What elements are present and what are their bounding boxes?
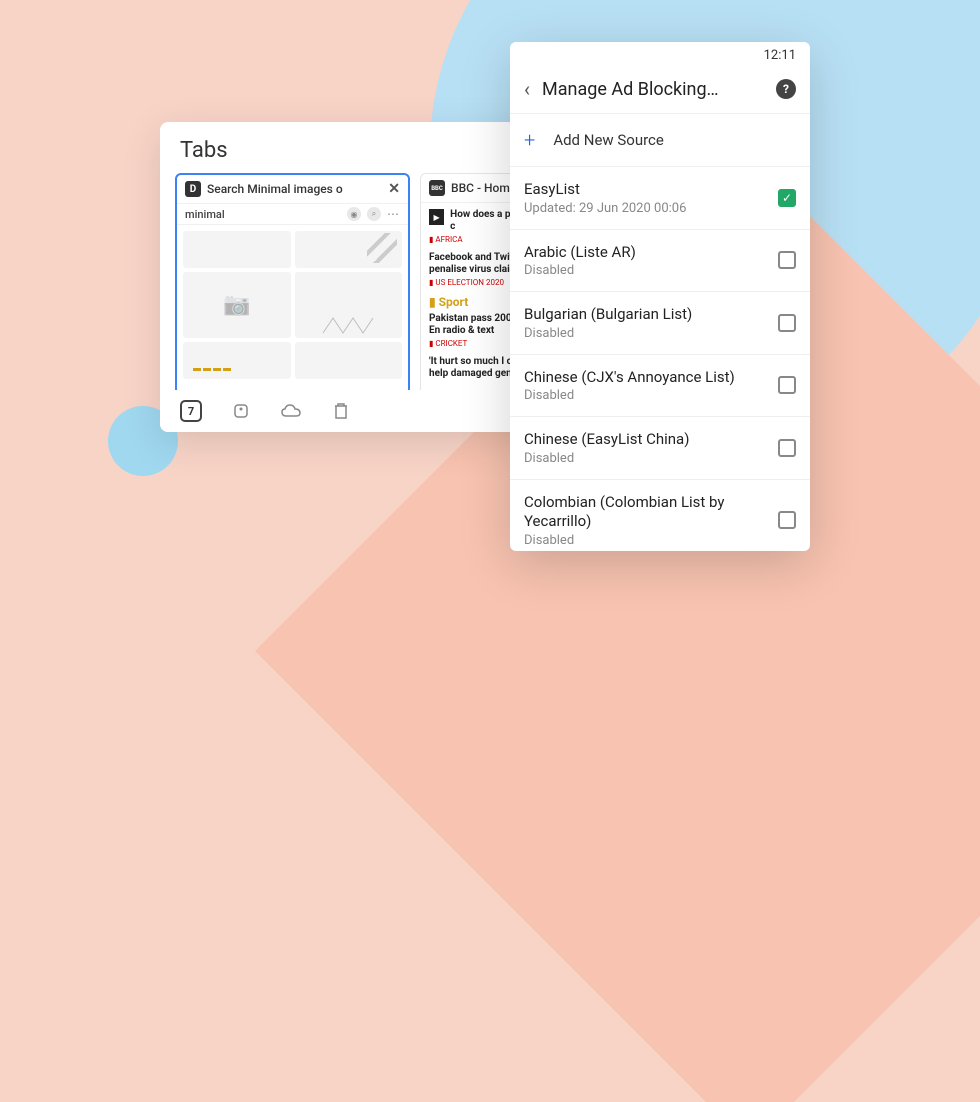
favicon-icon: BBC — [429, 180, 445, 196]
source-sub: Disabled — [524, 326, 768, 341]
source-name: EasyList — [524, 180, 768, 200]
source-sub: Disabled — [524, 533, 768, 548]
checkbox[interactable] — [778, 439, 796, 457]
source-name: Colombian (Colombian List by Yecarrillo) — [524, 493, 768, 532]
incognito-icon[interactable] — [230, 400, 252, 422]
source-item[interactable]: EasyListUpdated: 29 Jun 2020 00:06 ✓ — [510, 167, 810, 230]
help-icon[interactable]: ? — [776, 79, 796, 99]
image-grid — [177, 225, 408, 385]
source-list: EasyListUpdated: 29 Jun 2020 00:06 ✓ Arabi… — [510, 167, 810, 551]
source-item[interactable]: Arabic (Liste AR)Disabled — [510, 230, 810, 293]
source-item[interactable]: Chinese (CJX's Annoyance List)Disabled — [510, 355, 810, 418]
checkbox[interactable] — [778, 376, 796, 394]
source-sub: Disabled — [524, 388, 768, 403]
thumbnail[interactable] — [183, 342, 291, 379]
globe-icon[interactable]: ◉ — [347, 207, 361, 221]
plus-icon: + — [524, 128, 535, 152]
settings-window: 12:11 ‹ Manage Ad Blocking… ? + Add New … — [510, 42, 810, 551]
favicon-icon: D — [185, 181, 201, 197]
tab-card-active[interactable]: D Search Minimal images o ✕ minimal ◉ ⌕ … — [175, 173, 410, 395]
close-icon[interactable]: ✕ — [388, 181, 400, 197]
source-sub: Disabled — [524, 263, 768, 278]
play-icon[interactable]: ▶ — [429, 209, 444, 225]
source-name: Bulgarian (Bulgarian List) — [524, 305, 768, 325]
tab-count-button[interactable]: 7 — [180, 400, 202, 422]
trash-icon[interactable] — [330, 400, 352, 422]
status-bar: 12:11 — [510, 42, 810, 69]
add-label: Add New Source — [553, 131, 664, 149]
page-title: Manage Ad Blocking… — [542, 79, 764, 100]
settings-header: ‹ Manage Ad Blocking… ? — [510, 69, 810, 114]
thumbnail[interactable] — [295, 272, 403, 339]
checkbox[interactable]: ✓ — [778, 189, 796, 207]
checkbox[interactable] — [778, 251, 796, 269]
source-item[interactable]: Chinese (EasyList China)Disabled — [510, 417, 810, 480]
cloud-icon[interactable] — [280, 400, 302, 422]
source-item[interactable]: Colombian (Colombian List by Yecarrillo)… — [510, 480, 810, 552]
thumbnail[interactable] — [183, 272, 291, 339]
search-icon[interactable]: ⌕ — [367, 207, 381, 221]
back-icon[interactable]: ‹ — [524, 77, 530, 101]
source-name: Chinese (EasyList China) — [524, 430, 768, 450]
thumbnail[interactable] — [295, 231, 403, 268]
more-icon[interactable]: ⋯ — [387, 207, 400, 221]
search-row: minimal ◉ ⌕ ⋯ — [177, 204, 408, 225]
checkbox[interactable] — [778, 314, 796, 332]
search-term: minimal — [185, 208, 341, 221]
source-sub: Disabled — [524, 451, 768, 466]
source-name: Chinese (CJX's Annoyance List) — [524, 368, 768, 388]
checkbox[interactable] — [778, 511, 796, 529]
tab-header: D Search Minimal images o ✕ — [177, 175, 408, 204]
clock: 12:11 — [764, 48, 796, 63]
add-source-button[interactable]: + Add New Source — [510, 114, 810, 167]
source-sub: Updated: 29 Jun 2020 00:06 — [524, 201, 768, 216]
source-item[interactable]: Bulgarian (Bulgarian List)Disabled — [510, 292, 810, 355]
tab-title: Search Minimal images o — [207, 182, 382, 196]
thumbnail[interactable] — [183, 231, 291, 268]
thumbnail[interactable] — [295, 342, 403, 379]
source-name: Arabic (Liste AR) — [524, 243, 768, 263]
